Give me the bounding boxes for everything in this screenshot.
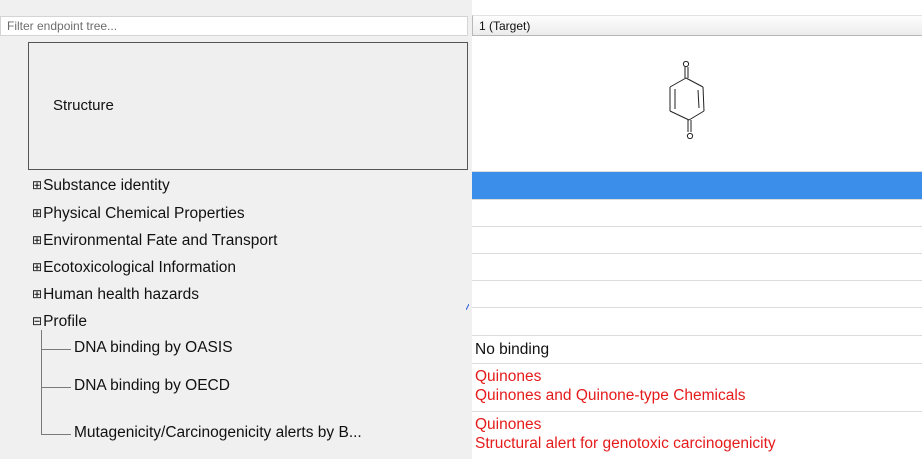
tree-connector-line [41,349,71,350]
value-no-binding: No binding [475,341,550,358]
tree-item-dna-binding-oecd[interactable]: DNA binding by OECD [74,377,230,395]
row-ecotoxicological-information[interactable] [472,254,922,281]
row-physical-chemical-properties[interactable] [472,200,922,227]
tree-item-label: Ecotoxicological Information [43,259,237,276]
collapse-icon[interactable]: ⊟ [32,314,42,328]
row-mutagenicity-alerts[interactable]: Quinones Structural alert for genotoxic … [472,412,922,459]
tree-item-label: Substance identity [43,177,170,194]
tree-item-ecotoxicological-information[interactable]: ⊞Ecotoxicological Information [32,254,236,280]
tree-item-label: Profile [43,313,87,330]
row-profile[interactable] [472,308,922,336]
tree-item-label: Human health hazards [43,286,200,303]
filter-endpoint-tree-input[interactable]: Filter endpoint tree... [0,16,468,36]
selected-row-substance-identity[interactable] [472,172,922,200]
value-alert: Quinones and Quinone-type Chemicals [475,387,746,404]
tree-item-label: Physical Chemical Properties [43,205,245,222]
data-matrix-panel: 1 (Target) No binding Quinones Quinones … [472,0,922,459]
expand-icon[interactable]: ⊞ [32,287,42,301]
row-human-health-hazards[interactable] [472,281,922,308]
row-environmental-fate[interactable] [472,227,922,254]
tree-item-human-health-hazards[interactable]: ⊞Human health hazards [32,281,199,307]
column-header-target[interactable]: 1 (Target) [472,15,922,36]
value-alert: Structural alert for genotoxic carcinoge… [475,435,776,452]
expand-icon[interactable]: ⊞ [32,178,42,192]
tree-connector-line [41,387,71,388]
tree-item-environmental-fate[interactable]: ⊞Environmental Fate and Transport [32,227,277,253]
value-alert: Quinones [475,416,542,433]
tree-connector-line [41,434,71,435]
row-dna-binding-oasis[interactable]: No binding [472,336,922,364]
structure-cell[interactable] [472,36,922,172]
tree-connector-line [41,330,42,435]
structure-label: Structure [53,97,114,114]
tree-item-mutagenicity-alerts[interactable]: Mutagenicity/Carcinogenicity alerts by B… [74,424,362,442]
tree-item-dna-binding-oasis[interactable]: DNA binding by OASIS [74,339,233,357]
endpoint-tree-panel: Filter endpoint tree... Structure ⊞Subst… [0,0,472,459]
tree-item-label: Environmental Fate and Transport [43,232,278,249]
tree-item-substance-identity[interactable]: ⊞Substance identity [32,172,170,198]
value-alert: Quinones [475,368,542,385]
structure-row-header[interactable]: Structure [28,42,468,170]
expand-icon[interactable]: ⊞ [32,206,42,220]
splitter-mark [466,304,469,310]
expand-icon[interactable]: ⊞ [32,260,42,274]
tree-item-physical-chemical-properties[interactable]: ⊞Physical Chemical Properties [32,200,245,226]
expand-icon[interactable]: ⊞ [32,233,42,247]
benzoquinone-structure-image [669,60,705,140]
row-dna-binding-oecd[interactable]: Quinones Quinones and Quinone-type Chemi… [472,364,922,412]
